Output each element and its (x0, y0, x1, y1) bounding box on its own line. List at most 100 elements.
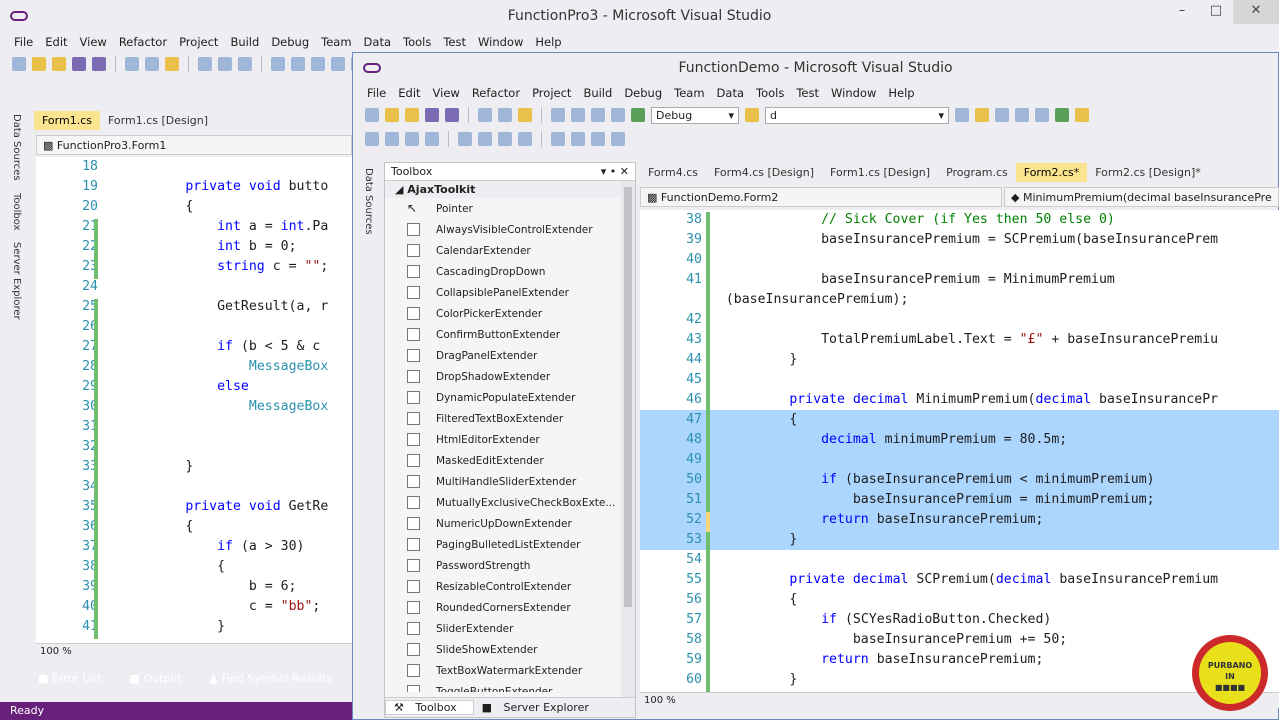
menu-item-edit[interactable]: Edit (39, 35, 73, 49)
toolbox-item[interactable]: MutuallyExclusiveCheckBoxExte... (385, 492, 635, 513)
navigate-forward-icon[interactable] (611, 108, 625, 122)
extension-icon[interactable] (1055, 108, 1069, 122)
maximize-icon[interactable]: □ (1199, 0, 1233, 24)
toolbox-item[interactable]: ColorPickerExtender (385, 303, 635, 324)
toolbar-icon[interactable] (405, 132, 419, 146)
toolbox-item[interactable]: HtmlEditorExtender (385, 429, 635, 450)
toolbox-icon[interactable] (1035, 108, 1049, 122)
side-tab-data-sources[interactable]: Data Sources (8, 108, 25, 187)
toolbox-group-ajaxtoolkit[interactable]: ◢ AjaxToolkit (385, 181, 635, 198)
uncomment-icon[interactable] (518, 132, 532, 146)
side-tab-server-explorer[interactable]: Server Explorer (8, 236, 25, 326)
save-all-icon[interactable] (445, 108, 459, 122)
front-nav-left[interactable]: ▩ FunctionDemo.Form2 (640, 187, 1002, 207)
menu-item-refactor[interactable]: Refactor (466, 86, 526, 100)
toolbox-item[interactable]: DropShadowExtender (385, 366, 635, 387)
menu-item-edit[interactable]: Edit (392, 86, 426, 100)
find-icon[interactable] (745, 108, 759, 122)
menu-item-test[interactable]: Test (790, 86, 825, 100)
menu-item-tools[interactable]: Tools (750, 86, 790, 100)
redo-icon[interactable] (571, 108, 585, 122)
menu-item-data[interactable]: Data (358, 35, 397, 49)
close-icon[interactable]: ✕ (620, 165, 629, 178)
menu-item-build[interactable]: Build (224, 35, 265, 49)
toolbox-item[interactable]: MultiHandleSliderExtender (385, 471, 635, 492)
pin-icon[interactable]: • (610, 165, 617, 178)
toolbox-item[interactable]: SlideShowExtender (385, 639, 635, 660)
save-icon[interactable] (425, 108, 439, 122)
dropdown-icon[interactable]: ▾ (601, 165, 607, 178)
new-project-icon[interactable] (365, 108, 379, 122)
menu-item-project[interactable]: Project (173, 35, 224, 49)
indent-icon[interactable] (458, 132, 472, 146)
comment-icon[interactable] (498, 132, 512, 146)
menu-item-help[interactable]: Help (882, 86, 920, 100)
menu-item-build[interactable]: Build (577, 86, 618, 100)
menu-item-view[interactable]: View (74, 35, 113, 49)
tab-form4-cs-design-[interactable]: Form4.cs [Design] (706, 163, 822, 182)
toolbox-item[interactable]: SliderExtender (385, 618, 635, 639)
menu-item-window[interactable]: Window (825, 86, 882, 100)
toolbox-item[interactable]: NumericUpDownExtender (385, 513, 635, 534)
start-page-icon[interactable] (1075, 108, 1089, 122)
toolbox-item[interactable]: FilteredTextBoxExtender (385, 408, 635, 429)
bookmark-next-icon[interactable] (591, 132, 605, 146)
bookmark-icon[interactable] (551, 132, 565, 146)
side-tab-data-sources-front[interactable]: Data Sources (360, 162, 377, 241)
minimize-icon[interactable]: – (1165, 0, 1199, 24)
menu-item-debug[interactable]: Debug (265, 35, 315, 49)
tab-program-cs[interactable]: Program.cs (938, 163, 1016, 182)
open-icon[interactable] (385, 108, 399, 122)
toolbox-item[interactable]: CollapsiblePanelExtender (385, 282, 635, 303)
toolbox-item[interactable]: DynamicPopulateExtender (385, 387, 635, 408)
toolbar-icon[interactable] (425, 132, 439, 146)
toolbox-item[interactable]: PasswordStrength (385, 555, 635, 576)
find-combo[interactable]: d ▾ (765, 106, 949, 124)
toolbox-item[interactable]: ResizableControlExtender (385, 576, 635, 597)
object-browser-icon[interactable] (1015, 108, 1029, 122)
close-icon[interactable]: ✕ (1233, 0, 1279, 24)
toolbox-item[interactable]: TextBoxWatermarkExtender (385, 660, 635, 681)
redo-icon[interactable] (218, 57, 232, 71)
toolbox-item[interactable]: CalendarExtender (385, 240, 635, 261)
menu-item-file[interactable]: File (8, 35, 39, 49)
menu-item-tools[interactable]: Tools (397, 35, 437, 49)
undo-icon[interactable] (551, 108, 565, 122)
toolbox-item[interactable]: AlwaysVisibleControlExtender (385, 219, 635, 240)
find-symbol-results-tab[interactable]: ▲ Find Symbol Results (210, 672, 346, 685)
toolbar-icon[interactable] (385, 132, 399, 146)
menu-item-help[interactable]: Help (529, 35, 567, 49)
back-zoom[interactable]: 100 % (36, 643, 352, 659)
outdent-icon[interactable] (291, 57, 305, 71)
toolbox-item[interactable]: PagingBulletedListExtender (385, 534, 635, 555)
comment-icon[interactable] (311, 57, 325, 71)
menu-item-view[interactable]: View (427, 86, 466, 100)
menu-item-project[interactable]: Project (526, 86, 577, 100)
toolbox-item[interactable]: RoundedCornersExtender (385, 597, 635, 618)
uncomment-icon[interactable] (331, 57, 345, 71)
front-zoom[interactable]: 100 % (640, 692, 1279, 708)
properties-icon[interactable] (995, 108, 1009, 122)
save-icon[interactable] (72, 57, 86, 71)
save-all-icon[interactable] (92, 57, 106, 71)
bookmark-prev-icon[interactable] (571, 132, 585, 146)
tab-form4-cs[interactable]: Form4.cs (640, 163, 706, 182)
outdent-icon[interactable] (478, 132, 492, 146)
tab-form1-cs-design-[interactable]: Form1.cs [Design] (822, 163, 938, 182)
back-nav-bar[interactable]: ▩ FunctionPro3.Form1 (36, 135, 352, 155)
menu-item-data[interactable]: Data (711, 86, 750, 100)
start-debug-icon[interactable] (631, 108, 645, 122)
side-tab-toolbox[interactable]: Toolbox (8, 187, 25, 237)
toolbar-icon[interactable] (365, 132, 379, 146)
toolbox-item[interactable]: ConfirmButtonExtender (385, 324, 635, 345)
toolbox-scrollbar[interactable] (621, 181, 635, 697)
open-folder-icon[interactable] (52, 57, 66, 71)
bookmark-clear-icon[interactable] (611, 132, 625, 146)
solution-explorer-icon[interactable] (975, 108, 989, 122)
menu-item-window[interactable]: Window (472, 35, 529, 49)
tab-form2-cs-[interactable]: Form2.cs* (1015, 163, 1088, 182)
error-list-tab[interactable]: ■ Error List (38, 672, 115, 685)
solution-config-select[interactable]: Debug ▾ (651, 106, 739, 124)
new-project-icon[interactable] (12, 57, 26, 71)
cut-icon[interactable] (478, 108, 492, 122)
